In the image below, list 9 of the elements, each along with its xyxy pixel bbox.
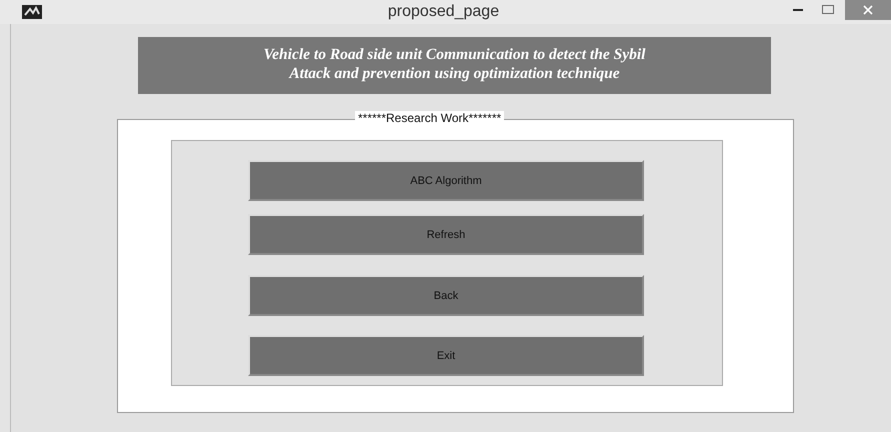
action-button[interactable]: ABC Algorithm [248,160,644,201]
action-button[interactable]: Back [248,275,644,316]
window-title: proposed_page [386,3,500,21]
action-button[interactable]: Refresh [248,214,644,255]
action-button[interactable]: Exit [248,335,644,376]
heading-banner: Vehicle to Road side unit Communication to detect the Sybil Attack and prevention using optimization technique [138,37,771,94]
close-button[interactable] [845,0,891,20]
app-icon [22,5,42,19]
panel-title: ******Research Work******* [355,111,504,125]
